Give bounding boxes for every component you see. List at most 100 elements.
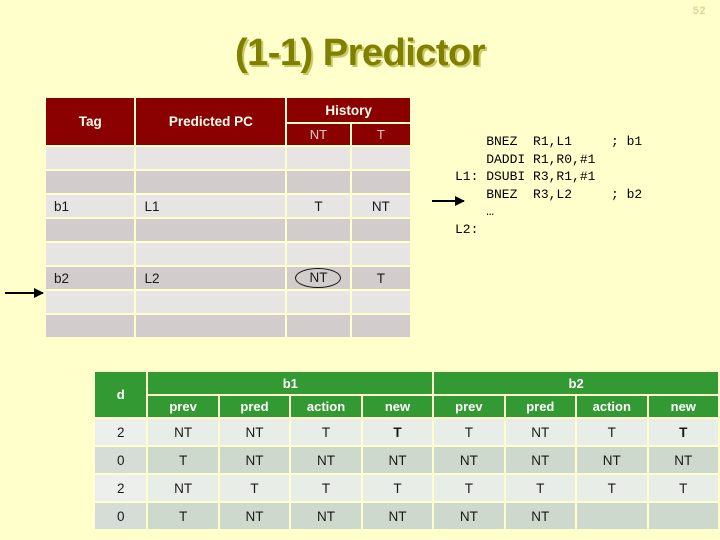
btb-cell-pc: L2 — [136, 267, 286, 289]
trace-cell-b2-prev: NT — [434, 503, 504, 529]
btb-cell-nt: T — [287, 195, 350, 217]
trace-header-d: d — [95, 372, 147, 417]
trace-cell-b1-new: NT — [362, 447, 433, 473]
btb-cell-tag — [46, 147, 135, 169]
btb-cell-tag — [46, 291, 135, 313]
table-row — [46, 147, 410, 169]
btb-cell-t — [351, 315, 410, 337]
btb-table: Tag Predicted PC History NT T b1 L1 T NT — [44, 96, 412, 339]
btb-cell-tag — [46, 171, 135, 193]
btb-cell-t — [351, 243, 410, 265]
btb-cell-tag: b1 — [46, 195, 135, 217]
btb-header-history-nt: NT — [287, 124, 350, 145]
trace-cell-b2-action: T — [577, 475, 647, 501]
btb-header-predicted-pc: Predicted PC — [136, 98, 286, 145]
btb-cell-nt-circled: NT — [287, 267, 350, 289]
trace-cell-b1-prev: NT — [148, 419, 218, 445]
trace-cell-b1-new: T — [362, 419, 433, 445]
btb-header-tag: Tag — [46, 98, 135, 145]
table-row — [46, 315, 410, 337]
btb-header-history-t: T — [351, 124, 410, 145]
table-row-b1: b1 L1 T NT — [46, 195, 410, 217]
trace-cell-b2-pred: T — [505, 475, 575, 501]
trace-cell-b2-action: NT — [577, 447, 647, 473]
table-row: 0 T NT NT NT NT NT NT NT — [95, 447, 718, 473]
trace-cell-b2-new: NT — [648, 447, 718, 473]
btb-header-history: History — [287, 98, 410, 122]
assembly-code-block: BNEZ R1,L1 ; b1 DADDI R1,R0,#1 L1: DSUBI… — [455, 134, 643, 237]
trace-cell-b2-pred: NT — [505, 503, 575, 529]
btb-cell-t: NT — [351, 195, 410, 217]
trace-cell-b1-new: NT — [362, 503, 433, 529]
trace-cell-b2-new: T — [648, 419, 718, 445]
trace-header-row-2: prev pred action new prev pred action ne… — [95, 396, 718, 417]
btb-cell-pc — [136, 243, 286, 265]
btb-cell-t — [351, 291, 410, 313]
table-row-b2: b2 L2 NT T — [46, 267, 410, 289]
btb-cell-pc — [136, 315, 286, 337]
trace-header-b1-new: new — [362, 396, 433, 417]
trace-cell-b2-action: T — [577, 419, 647, 445]
trace-header-b2-new: new — [648, 396, 718, 417]
trace-cell-b1-pred: T — [219, 475, 290, 501]
btb-cell-nt — [287, 243, 350, 265]
btb-cell-nt — [287, 147, 350, 169]
trace-cell-d: 0 — [95, 503, 147, 529]
btb-header-row-1: Tag Predicted PC History — [46, 98, 410, 145]
arrow-right-icon-btb — [5, 288, 44, 298]
trace-cell-b1-prev: T — [148, 447, 218, 473]
trace-body: 2 NT NT T T T NT T T 0 T NT NT NT NT NT … — [95, 419, 718, 529]
trace-cell-d: 0 — [95, 447, 147, 473]
page-title: (1-1) Predictor — [234, 32, 486, 74]
trace-cell-d: 2 — [95, 475, 147, 501]
trace-cell-b2-pred: NT — [505, 419, 575, 445]
btb-cell-t: T — [351, 267, 410, 289]
btb-cell-pc — [136, 171, 286, 193]
trace-cell-b1-action: T — [291, 475, 361, 501]
trace-cell-b1-new: T — [362, 475, 433, 501]
trace-header-b2-action: action — [577, 396, 647, 417]
trace-cell-b2-action — [577, 503, 647, 529]
btb-cell-pc: L1 — [136, 195, 286, 217]
btb-cell-nt — [287, 315, 350, 337]
table-row: 2 NT T T T T T T T — [95, 475, 718, 501]
btb-cell-nt — [287, 291, 350, 313]
trace-cell-b2-pred: NT — [505, 447, 575, 473]
btb-cell-t — [351, 147, 410, 169]
btb-body: b1 L1 T NT b2 L2 NT T — [46, 147, 410, 337]
btb-cell-pc — [136, 219, 286, 241]
trace-cell-b1-pred: NT — [219, 447, 290, 473]
btb-cell-nt — [287, 219, 350, 241]
trace-cell-b1-action: T — [291, 419, 361, 445]
trace-cell-d: 2 — [95, 419, 147, 445]
trace-header-b1-action: action — [291, 396, 361, 417]
trace-cell-b1-pred: NT — [219, 419, 290, 445]
trace-cell-b1-prev: NT — [148, 475, 218, 501]
trace-cell-b2-prev: T — [434, 475, 504, 501]
btb-cell-nt — [287, 171, 350, 193]
trace-header-group-b1: b1 — [148, 372, 433, 394]
trace-cell-b1-pred: NT — [219, 503, 290, 529]
trace-cell-b2-prev: T — [434, 419, 504, 445]
table-row — [46, 219, 410, 241]
btb-cell-tag: b2 — [46, 267, 135, 289]
trace-table: d b1 b2 prev pred action new prev pred a… — [93, 370, 720, 531]
trace-header-b2-pred: pred — [505, 396, 575, 417]
table-row: 0 T NT NT NT NT NT — [95, 503, 718, 529]
trace-cell-b2-prev: NT — [434, 447, 504, 473]
btb-cell-t — [351, 171, 410, 193]
btb-cell-t — [351, 219, 410, 241]
nt-ellipse-highlight: NT — [295, 268, 342, 288]
table-row: 2 NT NT T T T NT T T — [95, 419, 718, 445]
table-row — [46, 243, 410, 265]
btb-cell-pc — [136, 147, 286, 169]
btb-cell-tag — [46, 219, 135, 241]
table-row — [46, 171, 410, 193]
btb-cell-tag — [46, 315, 135, 337]
trace-cell-b1-prev: T — [148, 503, 218, 529]
trace-cell-b2-new — [648, 503, 718, 529]
trace-header-group-b2: b2 — [434, 372, 718, 394]
trace-cell-b1-action: NT — [291, 503, 361, 529]
trace-header-b1-prev: prev — [148, 396, 218, 417]
btb-cell-tag — [46, 243, 135, 265]
